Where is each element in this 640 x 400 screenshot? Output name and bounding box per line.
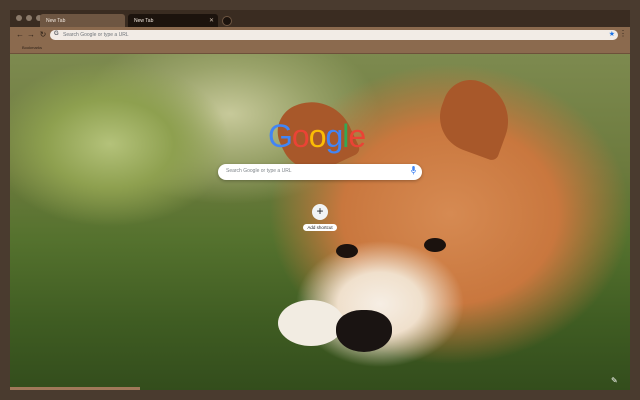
window-controls [16,15,42,21]
tab-2-label: New Tab [134,17,154,24]
logo-letter: o [291,118,310,154]
bookmarks-label[interactable]: Bookmarks [22,45,42,50]
mic-icon[interactable] [411,166,416,175]
logo-letter: e [348,118,366,154]
google-logo: Google [268,118,366,155]
dog-nose [336,310,392,352]
plus-icon[interactable]: + [312,204,328,220]
search-box[interactable]: Search Google or type a URL [218,164,422,180]
toolbar: ← → ↻ G Search Google or type a URL ★ ⋮ [10,27,630,43]
new-tab-button[interactable] [222,16,232,26]
tab-1[interactable]: New Tab [40,14,125,27]
star-icon[interactable]: ★ [609,30,615,38]
close-window-button[interactable] [16,15,22,21]
add-shortcut-tile[interactable]: + Add shortcut [303,204,337,231]
search-placeholder: Search Google or type a URL [226,168,292,174]
bookmarks-bar: Bookmarks [10,43,630,54]
browser-window: New Tab New Tab ✕ ← → ↻ G Search Google … [10,10,630,390]
google-g-icon: G [54,31,59,37]
dog-eye-left [336,244,358,258]
new-tab-page: Google Search Google or type a URL + Add… [10,54,630,390]
close-tab-icon[interactable]: ✕ [209,17,214,24]
dog-paw [278,300,344,346]
reload-icon[interactable]: ↻ [37,29,49,41]
customize-icon[interactable]: ✎ [611,376,618,385]
omnibox[interactable]: G Search Google or type a URL ★ [50,30,618,40]
omnibox-placeholder: Search Google or type a URL [63,31,129,38]
add-shortcut-label: Add shortcut [303,224,337,231]
logo-letter: g [325,118,343,154]
dog-eye-right [424,238,446,252]
tab-1-label: New Tab [46,17,66,24]
tab-2[interactable]: New Tab ✕ [128,14,218,27]
logo-letter: G [268,118,293,154]
logo-letter: o [308,118,327,154]
menu-icon[interactable]: ⋮ [619,29,627,38]
browser-frame: New Tab New Tab ✕ ← → ↻ G Search Google … [0,0,640,400]
minimize-window-button[interactable] [26,15,32,21]
bottom-bar [10,387,140,390]
tab-strip: New Tab New Tab ✕ [10,10,630,27]
dog-ear-right [430,72,520,162]
forward-icon[interactable]: → [25,29,37,41]
